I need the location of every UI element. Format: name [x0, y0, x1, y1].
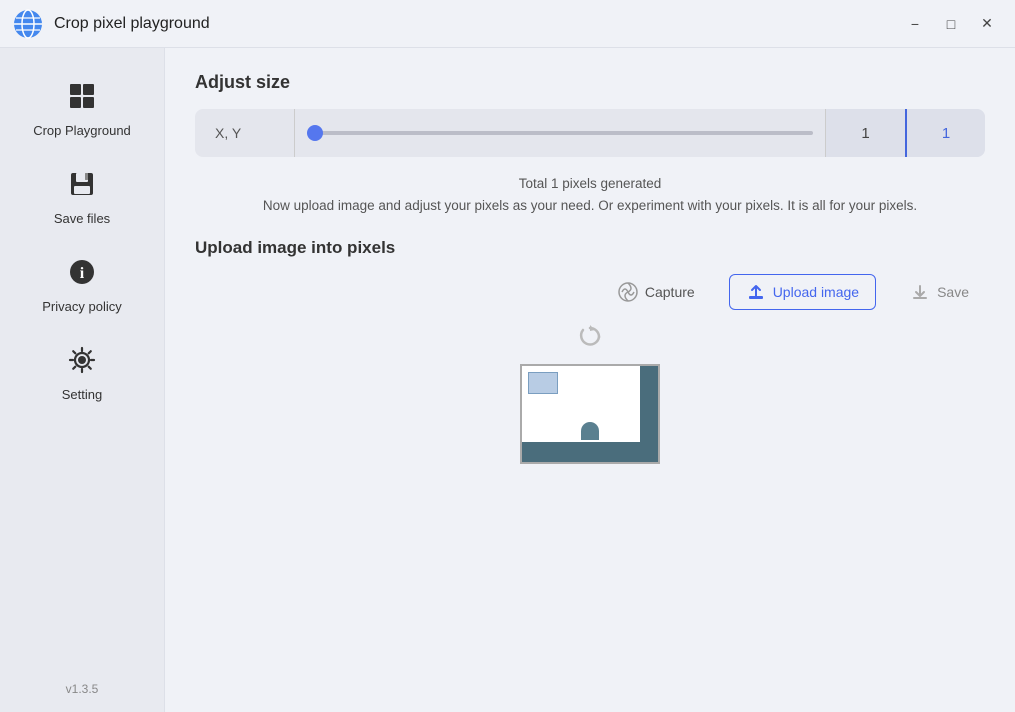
main-layout: Crop Playground Save files i Privacy: [0, 48, 1015, 712]
sidebar-item-privacy-policy[interactable]: i Privacy policy: [0, 244, 164, 328]
capture-button[interactable]: Capture: [602, 275, 711, 309]
titlebar-left: Crop pixel playground: [12, 8, 210, 40]
refresh-icon[interactable]: [577, 324, 603, 356]
sidebar-item-label-crop: Crop Playground: [33, 123, 131, 138]
save-icon: [68, 170, 96, 205]
minimize-button[interactable]: −: [899, 10, 931, 38]
save-button[interactable]: Save: [894, 275, 985, 309]
upload-toolbar: Capture Upload image Save: [195, 274, 985, 310]
preview-center-icon: [581, 422, 599, 440]
info-line2: Now upload image and adjust your pixels …: [195, 195, 985, 217]
sidebar-item-setting[interactable]: Setting: [0, 332, 164, 416]
maximize-button[interactable]: □: [935, 10, 967, 38]
version-label: v1.3.5: [66, 682, 99, 696]
preview-inner: [522, 366, 658, 462]
preview-right-bar: [640, 366, 658, 462]
close-button[interactable]: ✕: [971, 10, 1003, 38]
grid-icon: [68, 82, 96, 117]
camera-icon: [618, 282, 638, 302]
info-text-block: Total 1 pixels generated Now upload imag…: [195, 173, 985, 216]
titlebar: Crop pixel playground − □ ✕: [0, 0, 1015, 48]
upload-image-button[interactable]: Upload image: [729, 274, 876, 310]
svg-text:i: i: [80, 265, 85, 282]
sidebar: Crop Playground Save files i Privacy: [0, 48, 165, 712]
slider-value-y: 1: [905, 109, 985, 157]
info-icon: i: [68, 258, 96, 293]
slider-container: X, Y 1 1: [195, 109, 985, 157]
sidebar-item-label-privacy: Privacy policy: [42, 299, 121, 314]
titlebar-controls: − □ ✕: [899, 10, 1003, 38]
info-line1: Total 1 pixels generated: [195, 173, 985, 195]
sidebar-item-crop-playground[interactable]: Crop Playground: [0, 68, 164, 152]
gear-icon: [68, 346, 96, 381]
upload-icon: [746, 282, 766, 302]
content-area: Adjust size X, Y 1 1 Total 1 pixels gene…: [165, 48, 1015, 712]
image-preview-wrapper: [195, 324, 985, 464]
save-label: Save: [937, 284, 969, 300]
adjust-size-title: Adjust size: [195, 72, 985, 93]
sidebar-item-save-files[interactable]: Save files: [0, 156, 164, 240]
sidebar-item-label-save: Save files: [54, 211, 110, 226]
preview-bottom-bar: [522, 442, 640, 462]
sidebar-item-label-setting: Setting: [62, 387, 102, 402]
slider-value-x: 1: [825, 109, 905, 157]
upload-label: Upload image: [773, 284, 859, 300]
app-title: Crop pixel playground: [54, 15, 210, 33]
download-icon: [910, 282, 930, 302]
capture-label: Capture: [645, 284, 695, 300]
preview-topleft-box: [528, 372, 558, 394]
image-preview-canvas: [520, 364, 660, 464]
slider-label: X, Y: [195, 109, 295, 157]
slider-track: [295, 109, 825, 157]
app-icon: [12, 8, 44, 40]
xy-slider[interactable]: [307, 131, 813, 135]
upload-section-title: Upload image into pixels: [195, 238, 985, 258]
